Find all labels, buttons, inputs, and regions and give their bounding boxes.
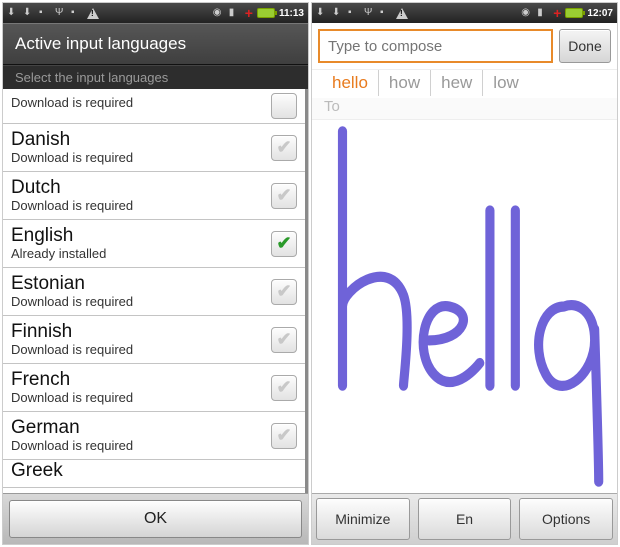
phone-left: + 11:13 Active input languages Select th… bbox=[2, 2, 309, 545]
to-field-label[interactable]: To bbox=[312, 98, 617, 120]
warning-icon bbox=[396, 8, 408, 19]
plus-icon: + bbox=[245, 5, 253, 21]
language-name: Finnish bbox=[11, 322, 133, 343]
language-checkbox[interactable] bbox=[271, 135, 297, 161]
language-checkbox[interactable] bbox=[271, 279, 297, 305]
status-time: 12:07 bbox=[587, 8, 613, 19]
language-status: Download is required bbox=[11, 439, 133, 453]
language-status: Download is required bbox=[11, 391, 133, 405]
language-row[interactable]: GermanDownload is required bbox=[3, 412, 305, 460]
dialog-active-input-languages: Active input languages Select the input … bbox=[3, 23, 308, 544]
usb-icon bbox=[55, 7, 67, 19]
compose-row: Done bbox=[312, 23, 617, 70]
dialog-subtitle: Select the input languages bbox=[3, 65, 308, 89]
signal-icon bbox=[229, 7, 241, 19]
phone-right: + 12:07 Done hellohowhewlow To Minimize … bbox=[311, 2, 618, 545]
status-right: + 11:13 bbox=[213, 5, 304, 21]
status-bar: + 11:13 bbox=[3, 3, 308, 23]
language-row[interactable]: EnglishAlready installed bbox=[3, 220, 305, 268]
language-row[interactable]: DutchDownload is required bbox=[3, 172, 305, 220]
language-status: Download is required bbox=[11, 199, 133, 213]
language-status: Download is required bbox=[11, 295, 133, 309]
compose-input[interactable] bbox=[318, 29, 553, 63]
language-checkbox[interactable] bbox=[271, 93, 297, 119]
plus-icon: + bbox=[553, 5, 561, 21]
status-right: + 12:07 bbox=[521, 5, 613, 21]
language-status: Download is required bbox=[11, 96, 133, 110]
battery-icon bbox=[565, 8, 583, 18]
minimize-button[interactable]: Minimize bbox=[316, 498, 410, 540]
language-name: English bbox=[11, 226, 106, 247]
sd-icon bbox=[71, 7, 83, 19]
suggestion-item[interactable]: low bbox=[483, 70, 529, 96]
language-name: Danish bbox=[11, 130, 133, 151]
language-list[interactable]: Download is requiredDanishDownload is re… bbox=[3, 89, 308, 493]
status-bar: + 12:07 bbox=[312, 3, 617, 23]
status-left bbox=[7, 7, 99, 19]
suggestion-bar: hellohowhewlow bbox=[312, 70, 617, 98]
language-checkbox[interactable] bbox=[271, 231, 297, 257]
language-checkbox[interactable] bbox=[271, 183, 297, 209]
suggestion-item[interactable]: hello bbox=[322, 70, 379, 96]
sd-icon bbox=[348, 7, 360, 19]
status-left bbox=[316, 7, 408, 19]
download-icon bbox=[316, 7, 328, 19]
language-name: German bbox=[11, 418, 133, 439]
suggestion-item[interactable]: how bbox=[379, 70, 431, 96]
language-status: Already installed bbox=[11, 247, 106, 261]
language-name: Greek bbox=[11, 461, 63, 482]
language-name: Estonian bbox=[11, 274, 133, 295]
language-row[interactable]: Greek bbox=[3, 460, 305, 488]
handwriting-canvas[interactable] bbox=[312, 120, 617, 493]
language-status: Download is required bbox=[11, 343, 133, 357]
battery-icon bbox=[257, 8, 275, 18]
language-row[interactable]: DanishDownload is required bbox=[3, 124, 305, 172]
ok-button[interactable]: OK bbox=[9, 500, 302, 538]
language-checkbox[interactable] bbox=[271, 375, 297, 401]
done-button[interactable]: Done bbox=[559, 29, 611, 63]
language-checkbox[interactable] bbox=[271, 423, 297, 449]
sd-icon bbox=[39, 7, 51, 19]
sd-icon bbox=[380, 7, 392, 19]
options-button[interactable]: Options bbox=[519, 498, 613, 540]
language-button[interactable]: En bbox=[418, 498, 512, 540]
download-icon bbox=[332, 7, 344, 19]
compose-screen: Done hellohowhewlow To Minimize En Optio… bbox=[312, 23, 617, 544]
warning-icon bbox=[87, 8, 99, 19]
suggestion-item[interactable]: hew bbox=[431, 70, 483, 96]
download-icon bbox=[23, 7, 35, 19]
language-row[interactable]: Download is required bbox=[3, 89, 305, 124]
wifi-icon bbox=[521, 7, 533, 19]
language-name: French bbox=[11, 370, 133, 391]
language-status: Download is required bbox=[11, 151, 133, 165]
language-name: Dutch bbox=[11, 178, 133, 199]
status-time: 11:13 bbox=[279, 8, 304, 19]
language-checkbox[interactable] bbox=[271, 327, 297, 353]
dialog-footer: OK bbox=[3, 493, 308, 544]
language-row[interactable]: FrenchDownload is required bbox=[3, 364, 305, 412]
usb-icon bbox=[364, 7, 376, 19]
language-row[interactable]: EstonianDownload is required bbox=[3, 268, 305, 316]
language-row[interactable]: FinnishDownload is required bbox=[3, 316, 305, 364]
dialog-title: Active input languages bbox=[3, 23, 308, 65]
download-icon bbox=[7, 7, 19, 19]
keyboard-footer: Minimize En Options bbox=[312, 493, 617, 544]
signal-icon bbox=[537, 7, 549, 19]
wifi-icon bbox=[213, 7, 225, 19]
